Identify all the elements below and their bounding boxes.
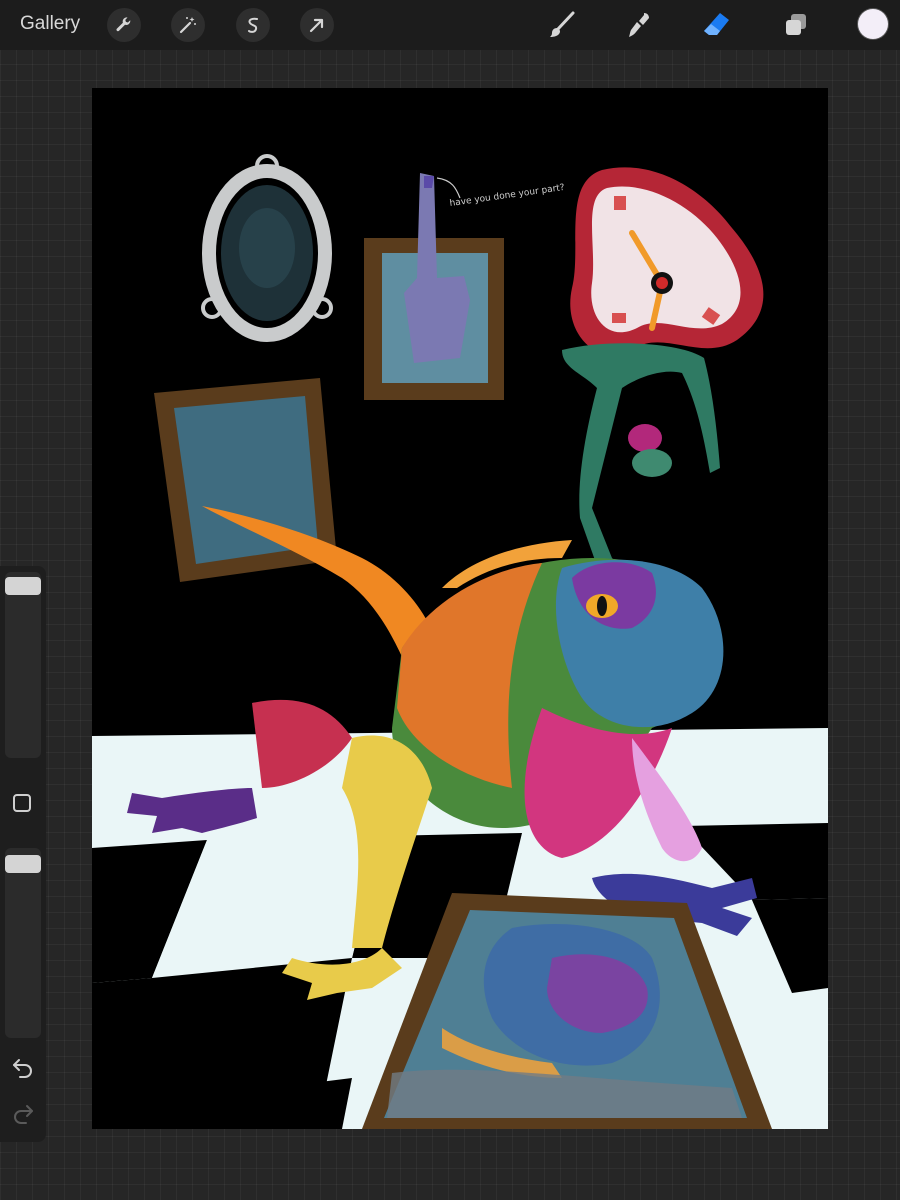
wall-note-text: have you done your part? [449,183,565,209]
gallery-button[interactable]: Gallery [20,13,80,35]
adjustments-button[interactable] [171,8,205,42]
brush-tool[interactable] [543,6,581,44]
left-sidebar [0,566,46,1142]
selection-button[interactable] [236,8,270,42]
melting-clock [570,167,764,355]
brush-icon [550,11,575,37]
layers-button[interactable] [777,6,815,44]
artwork: have you done your part? [92,154,828,1129]
magic-wand-icon [179,17,196,34]
drawing-canvas[interactable]: have you done your part? [92,88,828,1129]
transform-arrow-icon [309,18,324,33]
brush-size-thumb[interactable] [5,577,41,595]
opacity-thumb[interactable] [5,855,41,873]
acrobat-figure [562,343,720,568]
undo-icon[interactable] [11,1056,35,1078]
opacity-slider[interactable] [5,848,41,1038]
transform-button[interactable] [300,8,334,42]
eraser-tool[interactable] [697,6,735,44]
actions-button[interactable] [107,8,141,42]
color-picker-button[interactable] [858,9,888,39]
smudge-icon [629,13,649,37]
selection-icon [248,17,258,33]
top-toolbar: Gallery [0,0,900,50]
smudge-tool[interactable] [620,6,658,44]
modify-button[interactable] [13,794,31,812]
layers-icon [786,14,806,35]
oval-mirror [201,154,333,342]
brush-size-slider[interactable] [5,572,41,758]
wrench-icon [116,17,131,32]
frame-with-hand: have you done your part? [364,173,566,400]
eraser-icon [704,13,729,35]
redo-icon[interactable] [11,1102,35,1124]
